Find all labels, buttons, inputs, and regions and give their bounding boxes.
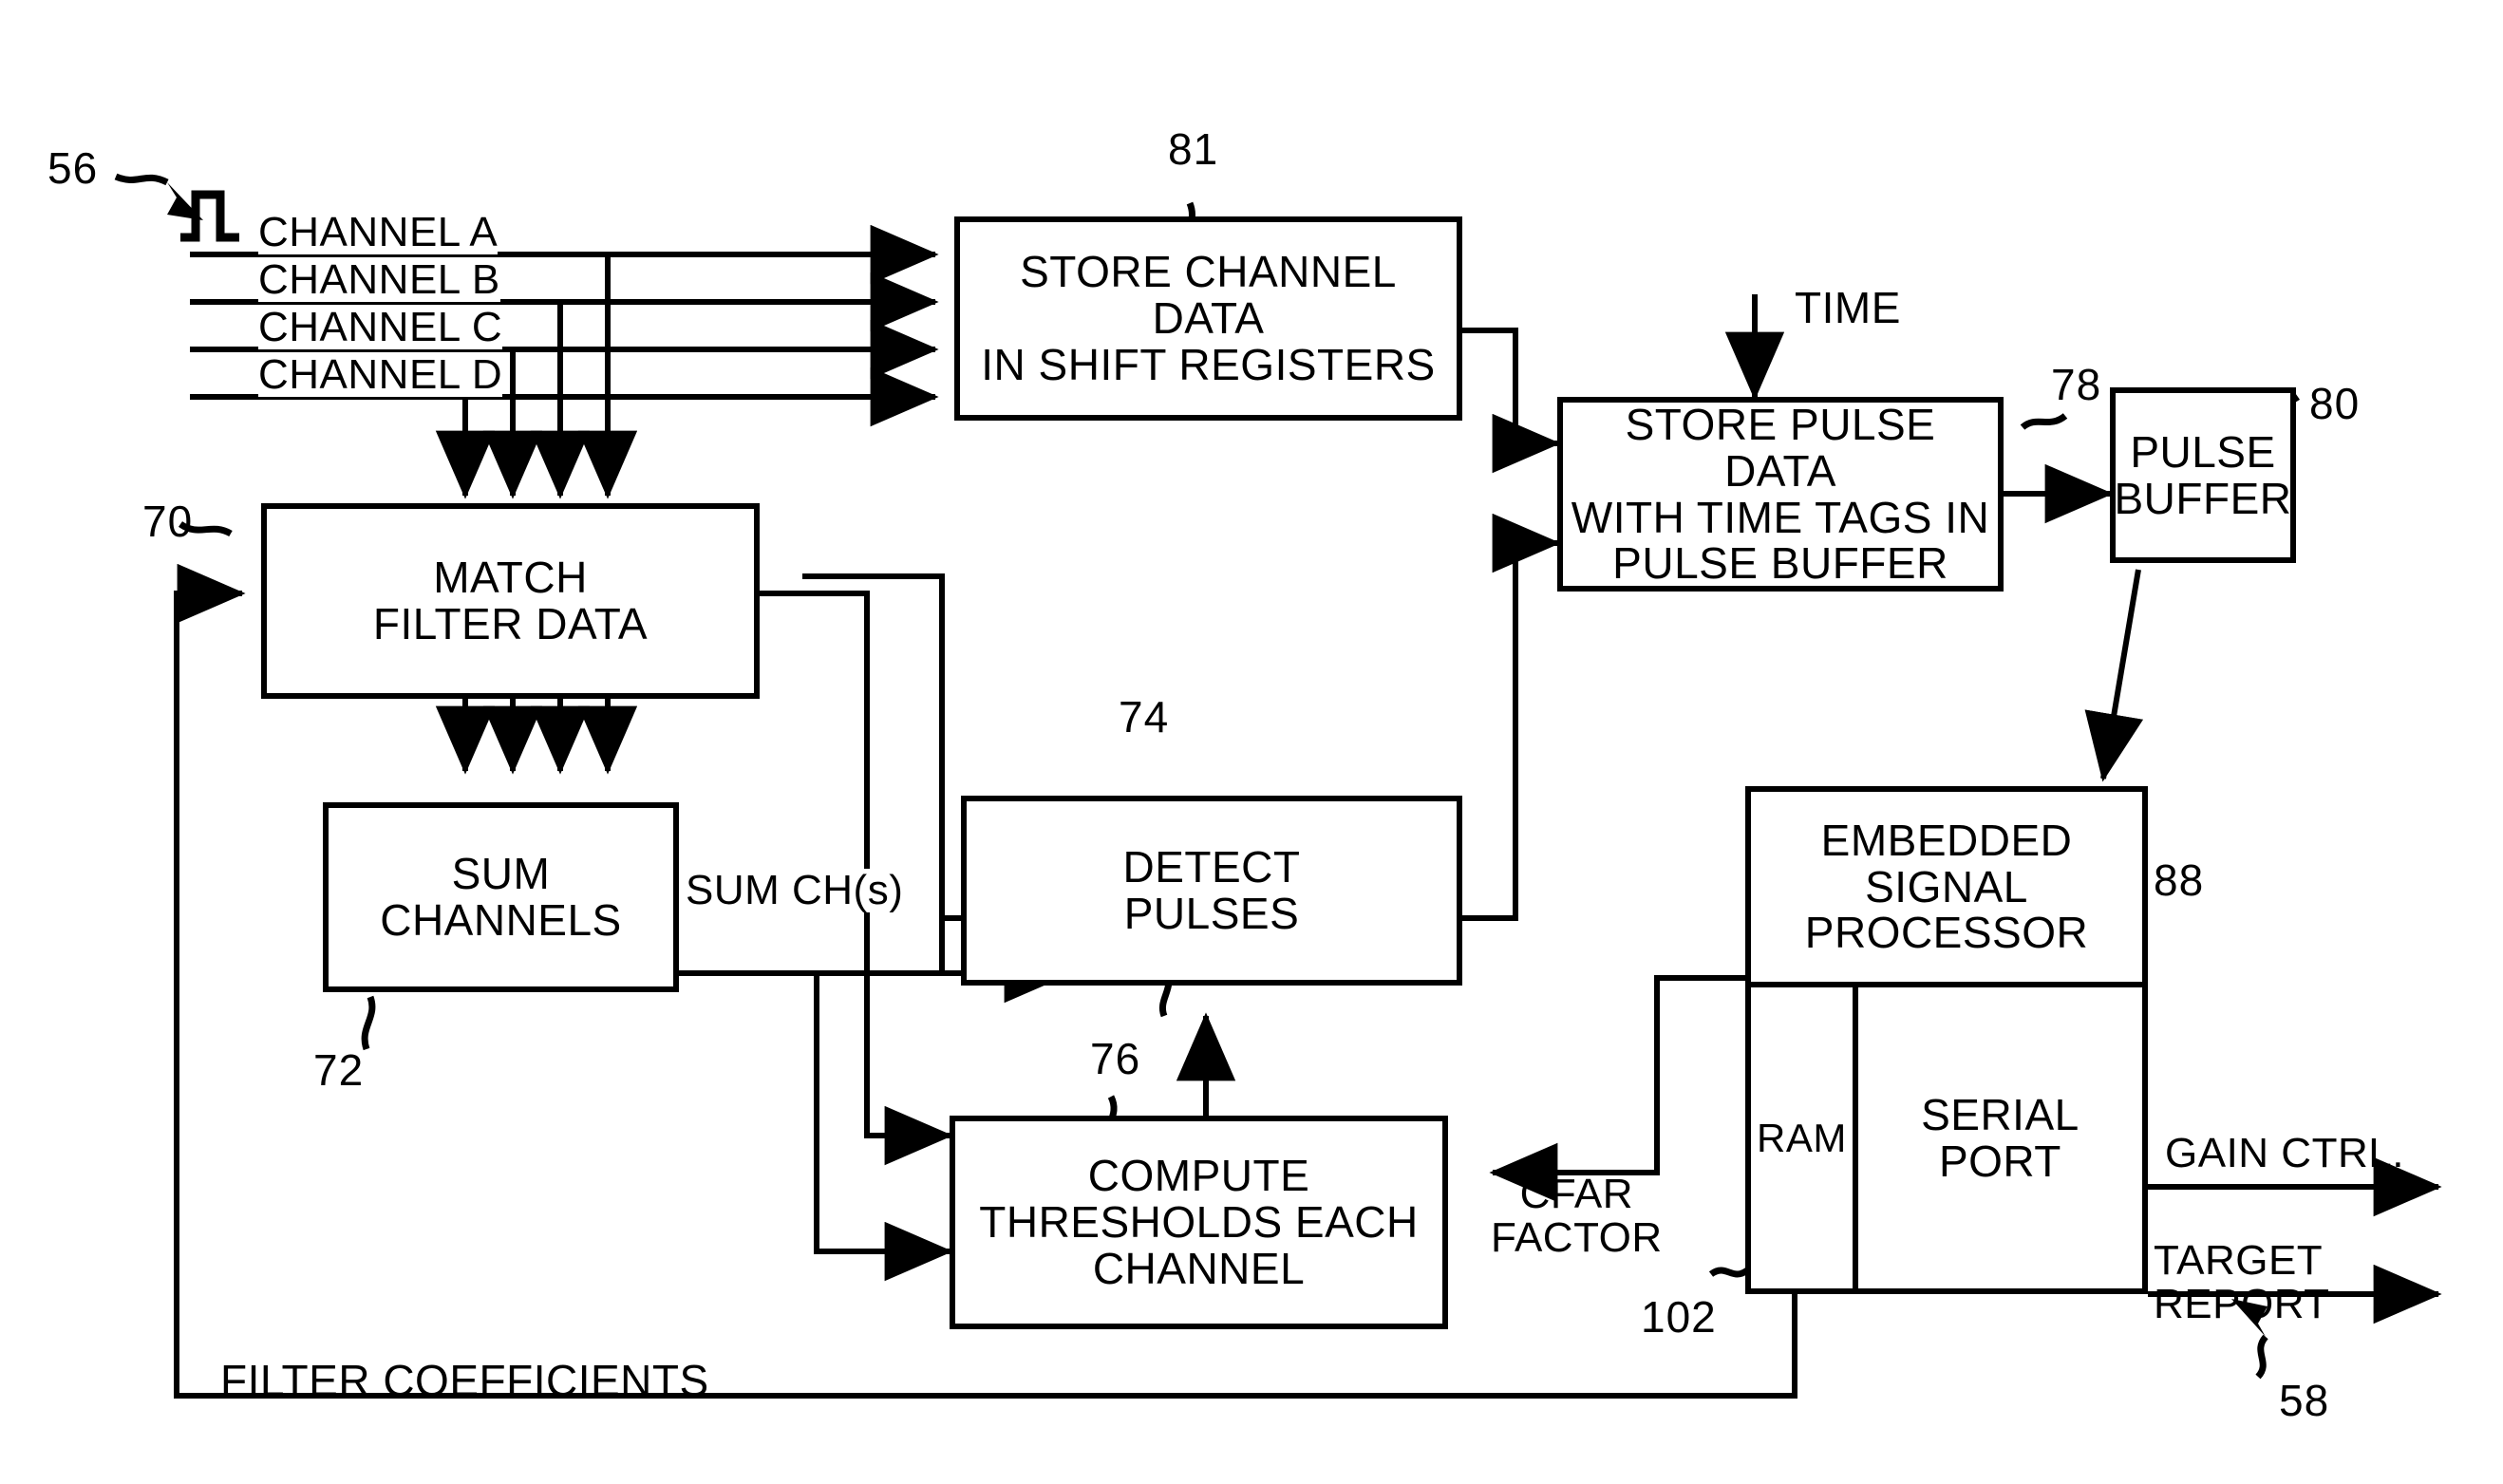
ref-72: 72 <box>313 1045 365 1095</box>
detect-pulses-to-store-pulse <box>1462 513 1561 921</box>
block-sum-channels-label: SUM CHANNELS <box>380 849 622 945</box>
block-detect-pulses[interactable]: DETECT PULSES <box>961 796 1462 986</box>
store-channel-to-store-pulse <box>1462 328 1561 474</box>
block-ram-label: RAM <box>1757 1115 1847 1160</box>
sum-ch-signal-label: SUM CH(s) <box>686 867 904 913</box>
block-sum-channels[interactable]: SUM CHANNELS <box>323 802 679 992</box>
channel-d-label: CHANNEL D <box>258 351 503 398</box>
block-embedded-signal-processor[interactable]: EMBEDDED SIGNAL PROCESSOR RAM SERIAL POR… <box>1745 786 2148 1294</box>
esp-title-area: EMBEDDED SIGNAL PROCESSOR <box>1751 792 2142 987</box>
block-store-channel-data[interactable]: STORE CHANNEL DATA IN SHIFT REGISTERS <box>954 216 1462 421</box>
cfar-factor-label: CFAR FACTOR <box>1491 1171 1663 1262</box>
block-store-pulse-data[interactable]: STORE PULSE DATA WITH TIME TAGS IN PULSE… <box>1557 397 2004 592</box>
block-embedded-signal-processor-label: EMBEDDED SIGNAL PROCESSOR <box>1804 815 2089 958</box>
block-compute-thresholds-label: COMPUTE THRESHOLDS EACH CHANNEL <box>979 1151 1419 1293</box>
block-ram[interactable]: RAM <box>1751 987 1858 1288</box>
leader-102 <box>1708 1267 1750 1278</box>
block-compute-thresholds[interactable]: COMPUTE THRESHOLDS EACH CHANNEL <box>950 1116 1448 1329</box>
esp-subblocks: RAM SERIAL PORT <box>1751 987 2142 1288</box>
block-store-pulse-data-label: STORE PULSE DATA WITH TIME TAGS IN PULSE… <box>1571 400 1990 589</box>
match-filter-to-compute-thresholds <box>760 591 953 1166</box>
ref-102: 102 <box>1641 1292 1717 1342</box>
ref-80: 80 <box>2309 379 2361 428</box>
ref-74: 74 <box>1119 692 1170 742</box>
block-serial-port[interactable]: SERIAL PORT <box>1858 987 2142 1288</box>
leader-56 <box>114 173 169 186</box>
ref-78: 78 <box>2051 360 2102 409</box>
block-serial-port-label: SERIAL PORT <box>1921 1089 2080 1186</box>
block-match-filter-data-label: MATCH FILTER DATA <box>372 553 649 648</box>
target-report-label: TARGET REPORT <box>2154 1237 2330 1328</box>
sum-ch-to-compute-lower <box>814 973 953 1282</box>
gain-ctrl-label: GAIN CTRL. <box>2165 1130 2404 1176</box>
ref-58: 58 <box>2279 1376 2330 1425</box>
block-pulse-buffer-label: PULSE BUFFER <box>2114 426 2292 523</box>
block-pulse-buffer[interactable]: PULSE BUFFER <box>2110 387 2296 563</box>
ref-56: 56 <box>47 143 99 193</box>
leader-58 <box>2255 1334 2268 1380</box>
block-store-channel-data-label: STORE CHANNEL DATA IN SHIFT REGISTERS <box>981 247 1436 389</box>
pulse-buffer-to-esp <box>2084 569 2144 782</box>
leader-78 <box>2020 413 2068 430</box>
block-detect-pulses-label: DETECT PULSES <box>1122 842 1301 938</box>
leader-72 <box>361 995 376 1051</box>
block-match-filter-data[interactable]: MATCH FILTER DATA <box>261 503 760 699</box>
ref-70: 70 <box>142 497 194 546</box>
cfar-factor-line <box>1489 975 1745 1203</box>
ref-88: 88 <box>2154 855 2205 905</box>
ref-81: 81 <box>1168 124 1219 174</box>
filter-coefficients-label: FILTER COEFFICIENTS <box>220 1356 709 1405</box>
patent-figure-canvas: 56 81 78 80 70 72 74 76 88 102 58 CHANNE… <box>0 0 2503 1484</box>
ref-76: 76 <box>1090 1034 1141 1083</box>
channel-c-label: CHANNEL C <box>258 304 503 350</box>
time-signal-label: TIME <box>1795 283 1901 332</box>
channel-b-label: CHANNEL B <box>258 256 500 303</box>
channel-a-label: CHANNEL A <box>258 209 499 255</box>
